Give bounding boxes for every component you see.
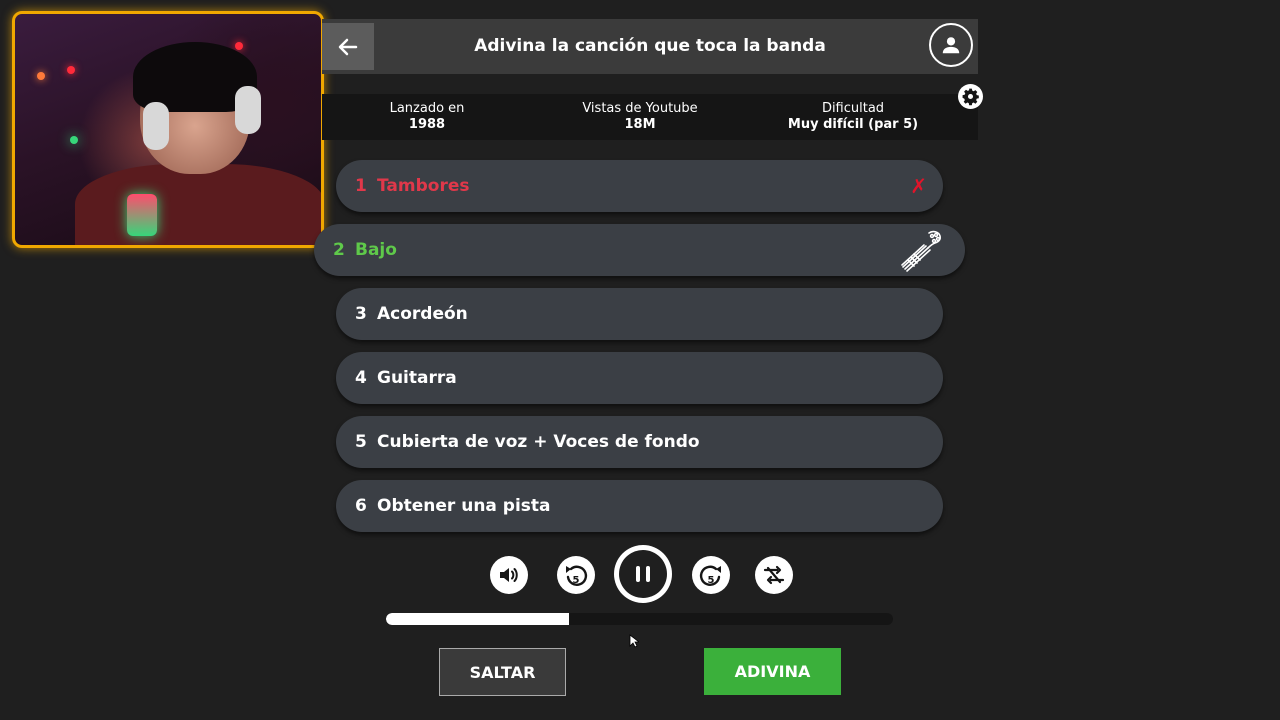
- mouse-cursor-icon: [629, 634, 639, 648]
- track-number: 1: [355, 176, 367, 196]
- string-light: [70, 136, 78, 144]
- user-profile-button[interactable]: [929, 23, 973, 67]
- release-year-info: Lanzado en 1988: [327, 101, 527, 133]
- bass-guitar-icon: [901, 230, 941, 272]
- difficulty-value: Muy difícil (par 5): [787, 117, 919, 132]
- shuffle-icon: [763, 565, 785, 585]
- difficulty-info: Dificultad Muy difícil (par 5): [753, 101, 953, 133]
- track-row-4[interactable]: 4 Guitarra: [336, 352, 943, 404]
- back-button[interactable]: [322, 23, 374, 70]
- pause-button[interactable]: [614, 545, 672, 603]
- wrong-x-icon: ✗: [910, 174, 927, 198]
- svg-text:5: 5: [708, 575, 715, 586]
- track-row-5[interactable]: 5 Cubierta de voz + Voces de fondo: [336, 416, 943, 468]
- track-number: 3: [355, 304, 367, 324]
- string-light: [235, 42, 243, 50]
- release-value: 1988: [408, 117, 446, 132]
- track-label: Obtener una pista: [377, 496, 551, 516]
- volume-icon: [500, 568, 518, 582]
- difficulty-label: Dificultad: [821, 101, 885, 116]
- track-number: 5: [355, 432, 367, 452]
- webcam-overlay: [12, 11, 324, 248]
- page-title: Adivina la canción que toca la banda: [474, 36, 826, 56]
- person-body: [75, 164, 321, 245]
- svg-text:5: 5: [573, 575, 580, 586]
- rewind-5-icon: 5: [566, 565, 588, 586]
- views-label: Vistas de Youtube: [582, 101, 698, 116]
- string-light: [37, 72, 45, 80]
- track-label: Acordeón: [377, 304, 468, 324]
- track-label: Tambores: [377, 176, 470, 196]
- pause-icon: [636, 566, 650, 582]
- track-label: Cubierta de voz + Voces de fondo: [377, 432, 700, 452]
- forward-5-button[interactable]: 5: [692, 556, 730, 594]
- track-row-1[interactable]: 1 Tambores ✗: [336, 160, 943, 212]
- arrow-left-icon: [338, 38, 358, 55]
- track-row-2[interactable]: 2 Bajo: [314, 224, 965, 276]
- track-row-6[interactable]: 6 Obtener una pista: [336, 480, 943, 532]
- game-header: Adivina la canción que toca la banda: [322, 19, 978, 74]
- rewind-5-button[interactable]: 5: [557, 556, 595, 594]
- song-info-bar: Lanzado en 1988 Vistas de Youtube 18M Di…: [322, 94, 978, 140]
- playback-progress-bar[interactable]: [386, 613, 893, 625]
- guess-button[interactable]: ADIVINA: [704, 648, 841, 695]
- track-label: Guitarra: [377, 368, 457, 388]
- shuffle-button[interactable]: [755, 556, 793, 594]
- gear-icon: [962, 88, 979, 106]
- track-number: 6: [355, 496, 367, 516]
- track-row-3[interactable]: 3 Acordeón: [336, 288, 943, 340]
- headphone-right: [235, 86, 261, 134]
- headphone-left: [143, 102, 169, 150]
- glowing-cup: [127, 194, 157, 236]
- forward-5-icon: 5: [699, 565, 721, 586]
- settings-button[interactable]: [958, 84, 983, 109]
- user-icon: [942, 37, 960, 54]
- release-label: Lanzado en: [389, 101, 465, 116]
- views-value: 18M: [624, 117, 656, 132]
- track-label: Bajo: [355, 240, 397, 260]
- skip-button[interactable]: SALTAR: [439, 648, 566, 696]
- progress-fill: [386, 613, 569, 625]
- volume-button[interactable]: [490, 556, 528, 594]
- youtube-views-info: Vistas de Youtube 18M: [540, 101, 740, 133]
- string-light: [67, 66, 75, 74]
- pause-button-inner: [619, 550, 667, 598]
- track-number: 4: [355, 368, 367, 388]
- track-number: 2: [333, 240, 345, 260]
